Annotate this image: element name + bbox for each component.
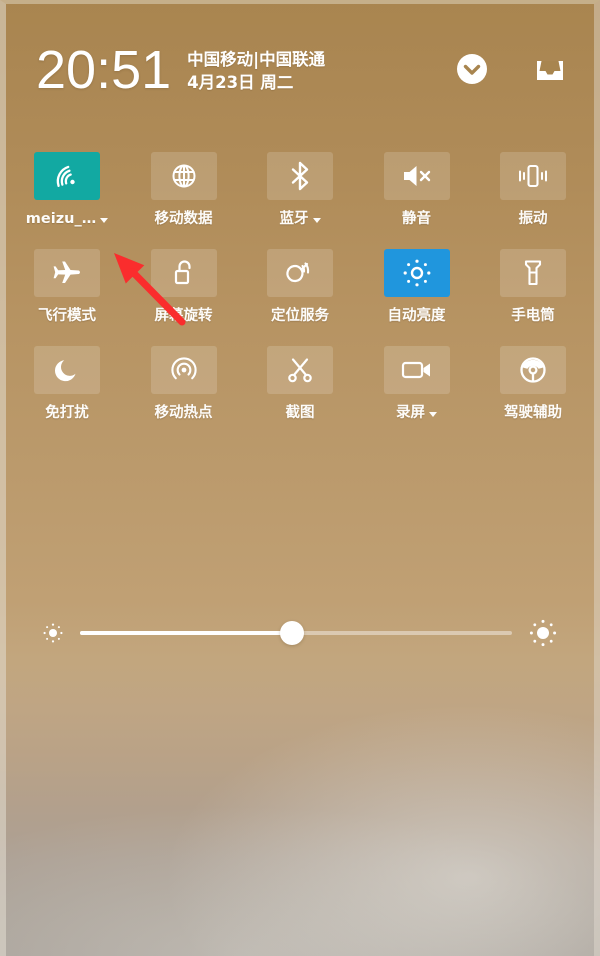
tile-label: 移动热点 xyxy=(154,405,213,421)
header-icon-group xyxy=(454,51,568,89)
tile-mobile-data-label-row: 移动数据 xyxy=(155,211,213,227)
chevron-down-icon[interactable] xyxy=(312,217,321,223)
tile-label: 静音 xyxy=(402,211,431,227)
tile-row: 飞行模式 屏幕旋转 定位服务 自动亮度 手电筒 xyxy=(34,249,566,324)
tile-row: 免打扰 移动热点 截图 录屏 驾驶辅助 xyxy=(34,346,566,421)
tile-bluetooth-box[interactable] xyxy=(267,152,333,200)
toggle-tiles-grid: meizu_… 移动数据 蓝牙 静音 振动 飞行模式 屏幕旋转 定位服务 自动亮… xyxy=(0,152,600,443)
tile-label: 飞行模式 xyxy=(38,308,96,324)
tile-screen-rotation-label-row: 屏幕旋转 xyxy=(155,308,213,324)
tile-screen-record-box[interactable] xyxy=(383,346,450,394)
tile-do-not-disturb-label-row: 免打扰 xyxy=(45,405,89,421)
tile-airplane-mode[interactable]: 飞行模式 xyxy=(34,249,100,324)
tile-label: 录屏 xyxy=(396,405,425,421)
tile-screenshot[interactable]: 截图 xyxy=(267,346,333,421)
tile-label: 自动亮度 xyxy=(387,308,446,324)
tile-mobile-data[interactable]: 移动数据 xyxy=(150,152,217,227)
annotation-arrow xyxy=(114,253,186,326)
tile-auto-brightness-box[interactable] xyxy=(383,249,450,297)
tile-label: 免打扰 xyxy=(45,405,89,421)
tile-hotspot[interactable]: 移动热点 xyxy=(150,346,217,421)
rotation-lock-icon xyxy=(171,258,197,288)
tile-wifi-box[interactable] xyxy=(34,152,100,200)
tile-vibrate[interactable]: 振动 xyxy=(500,152,566,227)
chevron-down-icon[interactable] xyxy=(429,411,437,417)
carrier-date-block: 中国移动|中国联通 4月23日 周二 xyxy=(187,48,325,92)
tile-label: 截图 xyxy=(285,405,315,421)
tile-flashlight[interactable]: 手电筒 xyxy=(500,249,566,324)
brightness-slider[interactable] xyxy=(80,620,512,646)
tile-mute-box[interactable] xyxy=(383,152,450,200)
tile-mobile-data-box[interactable] xyxy=(150,152,217,200)
location-icon xyxy=(285,259,315,287)
tile-label: 蓝牙 xyxy=(279,211,309,227)
mobile-data-icon xyxy=(170,162,198,190)
tile-flashlight-box[interactable] xyxy=(500,249,566,297)
tile-label: 驾驶辅助 xyxy=(504,405,562,421)
tile-screen-record-label-row: 录屏 xyxy=(396,405,437,421)
sun-high-icon[interactable] xyxy=(526,616,560,650)
tile-bluetooth-label-row: 蓝牙 xyxy=(280,211,321,227)
slider-track-fill xyxy=(80,631,292,635)
tile-driving-mode[interactable]: 驾驶辅助 xyxy=(500,346,566,421)
wifi-icon xyxy=(52,163,82,189)
tile-label: 手电筒 xyxy=(511,308,555,324)
tile-mute[interactable]: 静音 xyxy=(383,152,450,227)
tile-bluetooth[interactable]: 蓝牙 xyxy=(267,152,333,227)
brightness-control xyxy=(0,608,600,658)
tile-screen-rotation[interactable]: 屏幕旋转 xyxy=(150,249,217,324)
quick-settings-panel: 20:51 中国移动|中国联通 4月23日 周二 meizu_… 移动数据 蓝牙… xyxy=(0,0,600,956)
tile-vibrate-box[interactable] xyxy=(500,152,566,200)
tile-label: meizu_… xyxy=(25,211,97,227)
tile-airplane-mode-box[interactable] xyxy=(34,249,100,297)
tile-do-not-disturb-box[interactable] xyxy=(34,346,100,394)
tile-label: 屏幕旋转 xyxy=(154,308,213,324)
tile-driving-mode-label-row: 驾驶辅助 xyxy=(504,405,562,421)
tile-label: 振动 xyxy=(518,211,548,227)
chevron-down-circle-icon[interactable] xyxy=(454,51,490,87)
auto-brightness-icon xyxy=(402,258,432,288)
screenshot-icon xyxy=(286,356,314,384)
date-label: 4月23日 周二 xyxy=(187,73,294,92)
tile-location-service[interactable]: 定位服务 xyxy=(267,249,333,324)
do-not-disturb-icon xyxy=(53,356,81,384)
tile-screenshot-label-row: 截图 xyxy=(286,405,315,421)
bluetooth-icon xyxy=(288,161,312,191)
tile-auto-brightness[interactable]: 自动亮度 xyxy=(383,249,450,324)
carrier-label: 中国移动|中国联通 xyxy=(187,50,326,69)
tile-wifi-label-row: meizu_… xyxy=(25,211,109,227)
tile-label: 移动数据 xyxy=(154,211,213,227)
status-header: 20:51 中国移动|中国联通 4月23日 周二 xyxy=(0,24,600,116)
tile-location-service-label-row: 定位服务 xyxy=(271,308,329,324)
sun-low-icon[interactable] xyxy=(40,620,66,646)
tile-row: meizu_… 移动数据 蓝牙 静音 振动 xyxy=(26,152,566,227)
screen-record-icon xyxy=(401,359,433,381)
tile-auto-brightness-label-row: 自动亮度 xyxy=(388,308,446,324)
mute-icon xyxy=(401,163,433,189)
tile-location-service-box[interactable] xyxy=(267,249,333,297)
tile-vibrate-label-row: 振动 xyxy=(519,211,548,227)
tile-airplane-mode-label-row: 飞行模式 xyxy=(38,308,96,324)
vibrate-icon xyxy=(517,162,549,190)
tile-label: 定位服务 xyxy=(271,308,329,324)
tile-hotspot-box[interactable] xyxy=(150,346,217,394)
tile-do-not-disturb[interactable]: 免打扰 xyxy=(34,346,100,421)
tile-screen-record[interactable]: 录屏 xyxy=(383,346,450,421)
tile-screen-rotation-box[interactable] xyxy=(150,249,217,297)
airplane-icon xyxy=(52,259,82,287)
inbox-tray-icon[interactable] xyxy=(532,51,568,87)
tile-screenshot-box[interactable] xyxy=(267,346,333,394)
flashlight-icon xyxy=(522,258,544,288)
driving-mode-icon xyxy=(518,355,548,385)
tile-driving-mode-box[interactable] xyxy=(500,346,566,394)
hotspot-icon xyxy=(169,355,199,385)
tile-mute-label-row: 静音 xyxy=(402,211,431,227)
chevron-down-icon[interactable] xyxy=(100,217,109,223)
tile-hotspot-label-row: 移动热点 xyxy=(155,405,213,421)
slider-thumb[interactable] xyxy=(279,621,304,645)
tile-wifi[interactable]: meizu_… xyxy=(26,152,109,227)
clock-time: 20:51 xyxy=(36,40,172,100)
tile-flashlight-label-row: 手电筒 xyxy=(511,308,555,324)
